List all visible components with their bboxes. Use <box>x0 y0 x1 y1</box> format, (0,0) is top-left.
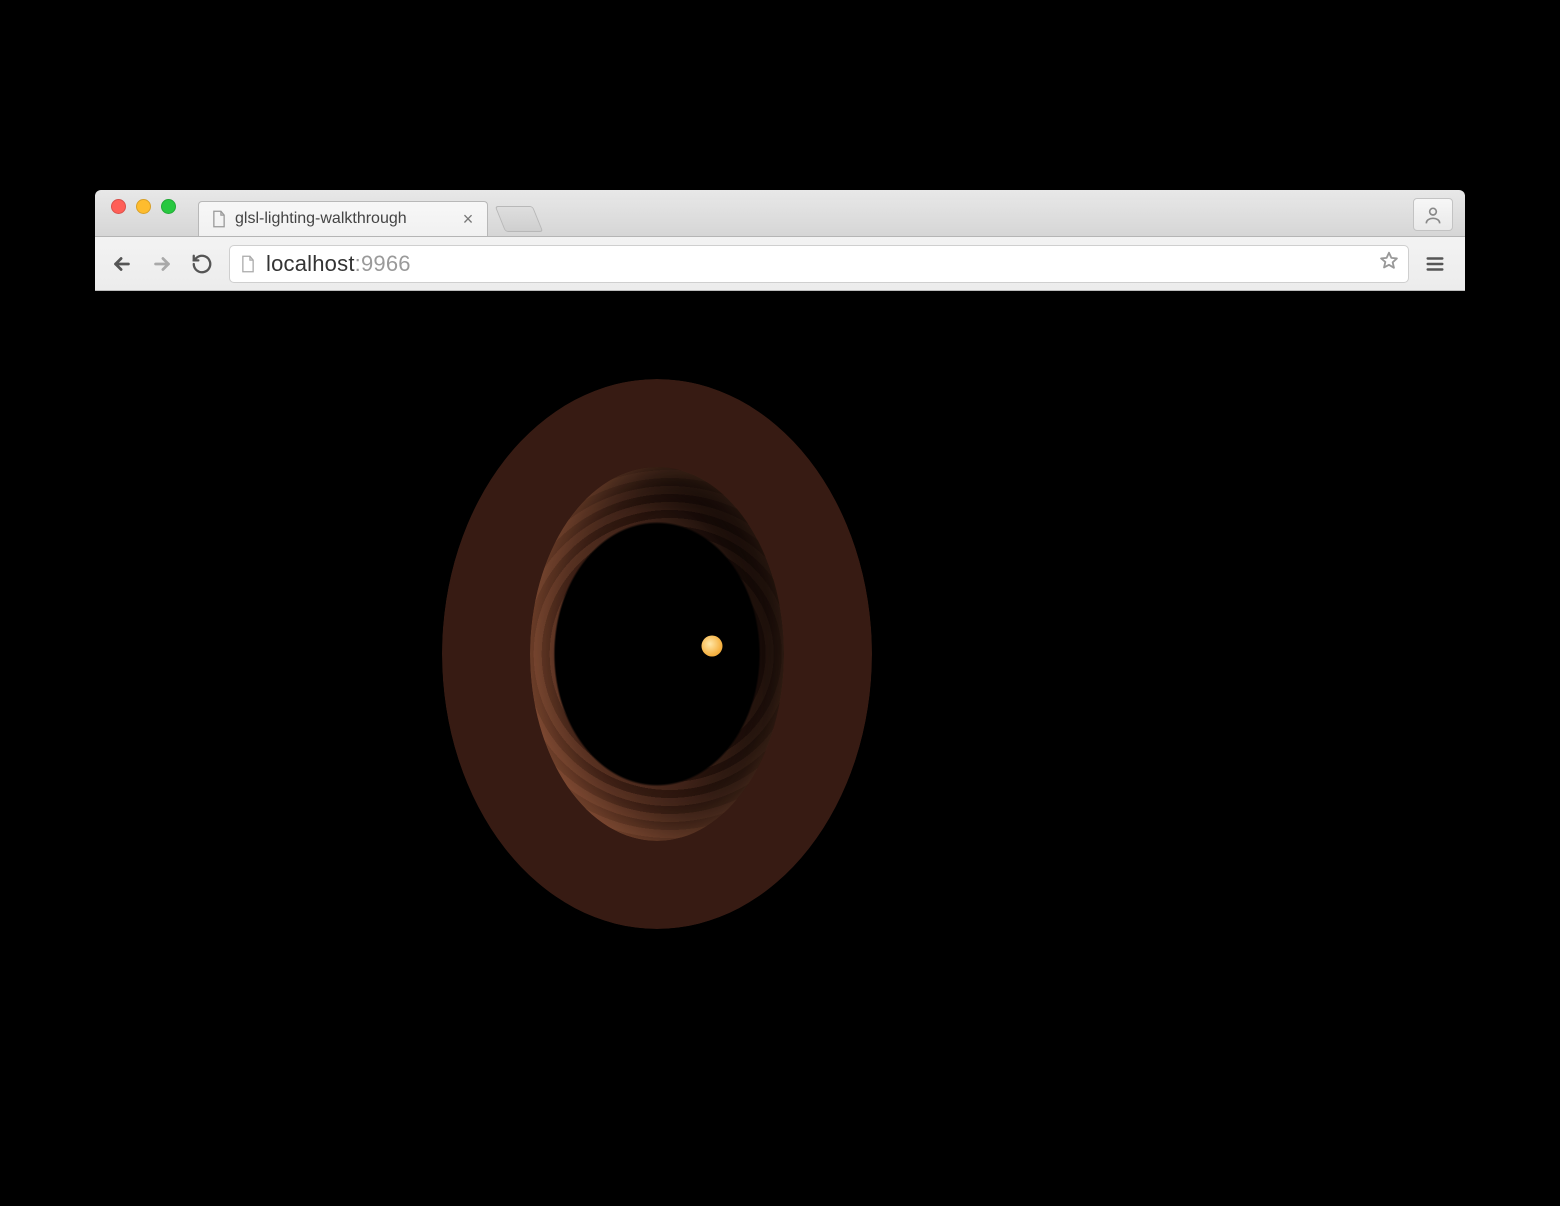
file-icon <box>211 210 227 228</box>
url-port: :9966 <box>355 251 411 277</box>
tab-title: glsl-lighting-walkthrough <box>235 210 451 228</box>
profile-button[interactable] <box>1413 198 1453 231</box>
page-icon <box>240 255 256 273</box>
close-window-button[interactable] <box>111 199 126 214</box>
back-button[interactable] <box>105 247 139 281</box>
menu-button[interactable] <box>1415 245 1455 283</box>
minimize-window-button[interactable] <box>136 199 151 214</box>
address-bar[interactable]: localhost:9966 <box>229 245 1409 283</box>
torus-mesh <box>442 379 872 929</box>
reload-button[interactable] <box>185 247 219 281</box>
new-tab-button[interactable] <box>495 206 544 232</box>
window-controls <box>105 190 176 236</box>
webgl-canvas[interactable] <box>95 291 1465 1016</box>
forward-button[interactable] <box>145 247 179 281</box>
browser-tab[interactable]: glsl-lighting-walkthrough × <box>198 201 488 236</box>
point-light <box>701 636 722 657</box>
tab-bar: glsl-lighting-walkthrough × <box>95 190 1465 237</box>
url-text: localhost:9966 <box>266 251 1368 277</box>
browser-window: glsl-lighting-walkthrough × <box>95 190 1465 1016</box>
close-tab-icon[interactable]: × <box>459 210 477 228</box>
bookmark-button[interactable] <box>1378 250 1400 277</box>
zoom-window-button[interactable] <box>161 199 176 214</box>
toolbar: localhost:9966 <box>95 237 1465 291</box>
url-host: localhost <box>266 251 355 277</box>
